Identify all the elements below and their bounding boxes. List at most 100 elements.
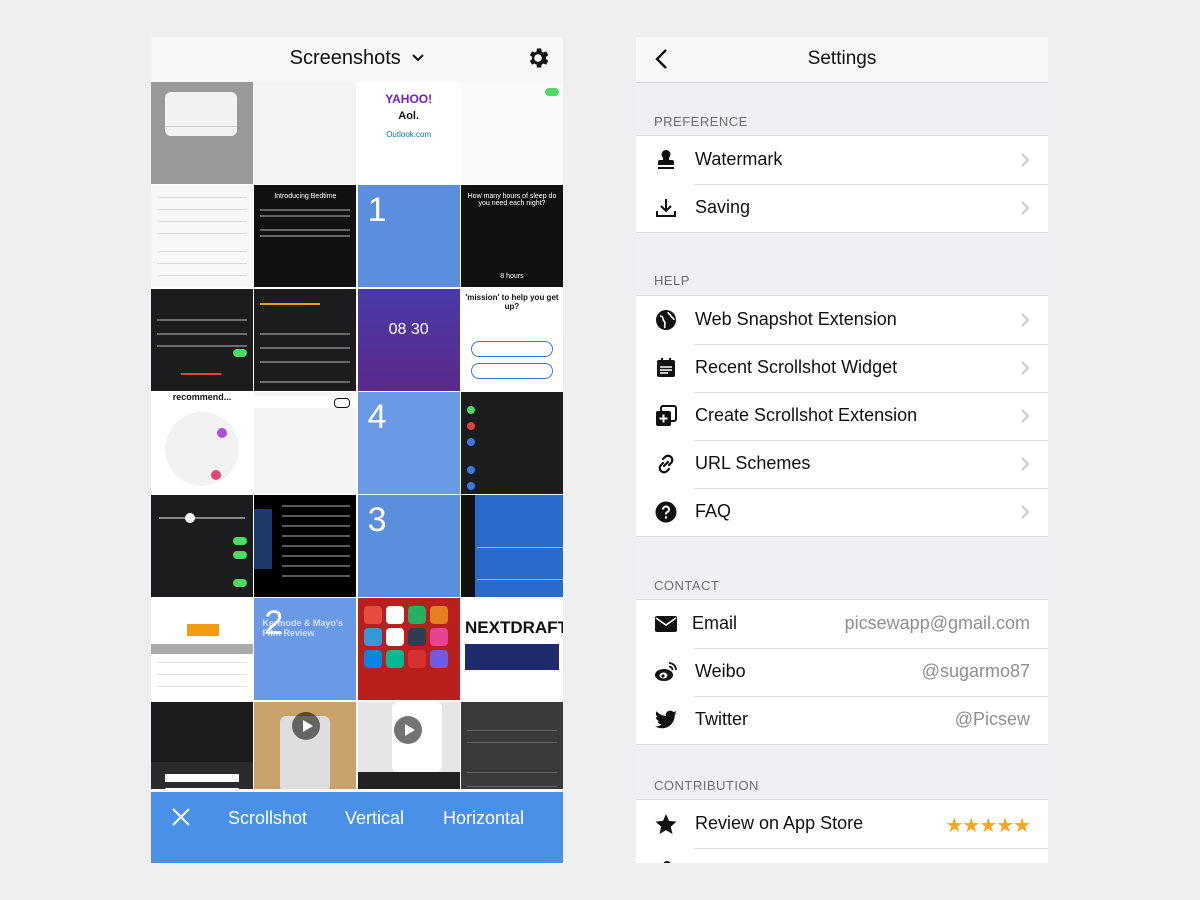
mail-icon bbox=[655, 616, 677, 632]
screenshot-thumbnail[interactable]: YAHOO! Aol. Outlook.com bbox=[357, 82, 460, 184]
screenshot-grid: YAHOO! Aol. Outlook.com Introducing Bedt… bbox=[151, 82, 563, 789]
twitter-bird-icon bbox=[655, 710, 677, 729]
settings-row-next[interactable] bbox=[636, 848, 1048, 863]
thumb-number: 4 bbox=[367, 397, 387, 436]
settings-screen: Settings PREFERENCE Watermark Saving HEL… bbox=[636, 37, 1048, 863]
chevron-right-icon bbox=[1021, 201, 1030, 215]
screenshots-screen: Screenshots YAHOO! Aol. Outlook.com Intr… bbox=[151, 37, 563, 863]
rating-stars: ★★★★★ bbox=[945, 815, 1031, 837]
screenshot-thumbnail[interactable] bbox=[460, 82, 563, 184]
settings-row-label: Watermark bbox=[695, 149, 783, 169]
download-icon bbox=[656, 199, 676, 217]
contribution-group: Review on App Store ★★★★★ bbox=[636, 799, 1048, 863]
screenshot-thumbnail[interactable]: NEXTDRAFT bbox=[460, 598, 563, 701]
thumb-text: NEXTDRAFT bbox=[464, 618, 563, 638]
horizontal-button[interactable]: Horizontal bbox=[443, 808, 524, 829]
screenshot-thumbnail[interactable]: 3 bbox=[357, 495, 460, 598]
screenshot-thumbnail[interactable] bbox=[151, 495, 253, 598]
thumb-text: 8 hours bbox=[500, 273, 524, 281]
settings-row-label: Email bbox=[692, 613, 738, 633]
settings-row-web-snapshot[interactable]: Web Snapshot Extension bbox=[636, 296, 1048, 344]
screenshot-thumbnail[interactable]: How many hours of sleep do you need each… bbox=[460, 185, 563, 288]
page-title: Settings bbox=[807, 48, 877, 69]
screenshot-thumbnail[interactable]: 08 30 bbox=[357, 288, 460, 391]
screenshot-thumbnail[interactable]: 'mission' to help you get up? bbox=[460, 288, 563, 391]
settings-row-faq[interactable]: FAQ bbox=[636, 488, 1048, 536]
screenshot-thumbnail[interactable] bbox=[460, 391, 563, 494]
album-title: Screenshots bbox=[289, 47, 401, 69]
thumb-text: 08 30 bbox=[388, 320, 429, 338]
section-header-help: HELP bbox=[654, 273, 690, 288]
settings-row-label: URL Schemes bbox=[695, 453, 811, 473]
settings-row-email[interactable]: Email picsewapp@gmail.com bbox=[636, 600, 1048, 648]
thumb-text: 'mission' to help you get up? bbox=[465, 292, 559, 311]
chevron-right-icon bbox=[1021, 313, 1030, 327]
screenshot-thumbnail[interactable] bbox=[151, 82, 253, 184]
screenshot-thumbnail[interactable] bbox=[151, 598, 253, 701]
twitter-value: @Picsew bbox=[954, 709, 1030, 729]
screenshot-thumbnail[interactable] bbox=[151, 701, 253, 789]
screenshot-thumbnail[interactable] bbox=[460, 495, 563, 598]
person-icon bbox=[663, 861, 671, 863]
settings-row-label: Weibo bbox=[695, 661, 746, 681]
gear-icon[interactable] bbox=[525, 45, 551, 71]
settings-row-watermark[interactable]: Watermark bbox=[636, 136, 1048, 184]
settings-row-twitter[interactable]: Twitter @Picsew bbox=[636, 696, 1048, 744]
album-selector[interactable]: Screenshots bbox=[151, 47, 563, 70]
thumb-text: Aol. bbox=[398, 110, 420, 122]
screenshot-thumbnail[interactable] bbox=[254, 391, 357, 494]
screenshot-thumbnail[interactable]: 4 bbox=[357, 391, 460, 494]
thumb-text: recommend... bbox=[172, 391, 232, 402]
add-box-icon bbox=[656, 405, 677, 426]
thumb-text: Kermode & Mayo's Film Review bbox=[262, 618, 343, 639]
screenshot-thumbnail[interactable] bbox=[254, 288, 357, 391]
section-header-contact: CONTACT bbox=[654, 578, 720, 593]
close-icon[interactable] bbox=[171, 807, 191, 827]
screenshot-thumbnail[interactable] bbox=[151, 288, 253, 391]
chevron-down-icon bbox=[412, 54, 425, 62]
settings-row-url-schemes[interactable]: URL Schemes bbox=[636, 440, 1048, 488]
screenshot-thumbnail[interactable] bbox=[151, 185, 253, 288]
screenshot-thumbnail[interactable]: 1 bbox=[357, 185, 460, 288]
screenshot-thumbnail[interactable] bbox=[357, 598, 460, 701]
settings-row-weibo[interactable]: Weibo @sugarmo87 bbox=[636, 648, 1048, 696]
weibo-icon bbox=[655, 662, 677, 681]
screenshot-thumbnail[interactable]: recommend... bbox=[151, 391, 253, 494]
chevron-right-icon bbox=[1021, 153, 1030, 167]
settings-row-label: Twitter bbox=[695, 709, 749, 729]
screenshot-thumbnail[interactable] bbox=[254, 701, 357, 789]
settings-row-label: Review on App Store bbox=[695, 813, 864, 833]
help-circle-icon bbox=[655, 501, 677, 523]
settings-row-label: Recent Scrollshot Widget bbox=[695, 357, 898, 377]
settings-row-label: Web Snapshot Extension bbox=[695, 309, 897, 329]
thumb-number: 3 bbox=[367, 501, 387, 540]
screenshot-thumbnail[interactable]: 2 Kermode & Mayo's Film Review bbox=[254, 598, 357, 701]
screenshots-header: Screenshots bbox=[151, 37, 563, 82]
screenshot-thumbnail[interactable] bbox=[460, 701, 563, 789]
settings-row-recent-widget[interactable]: Recent Scrollshot Widget bbox=[636, 344, 1048, 392]
screenshot-thumbnail[interactable]: Introducing Bedtime bbox=[254, 185, 357, 288]
thumb-text: How many hours of sleep do you need each… bbox=[467, 193, 557, 208]
section-header-contribution: CONTRIBUTION bbox=[654, 778, 759, 793]
settings-row-saving[interactable]: Saving bbox=[636, 184, 1048, 232]
settings-row-review[interactable]: Review on App Store ★★★★★ bbox=[636, 800, 1048, 848]
thumb-text: Introducing Bedtime bbox=[274, 193, 337, 201]
screenshot-thumbnail[interactable] bbox=[254, 495, 357, 598]
screenshot-thumbnail[interactable] bbox=[357, 701, 460, 789]
screenshot-thumbnail[interactable] bbox=[254, 82, 357, 184]
thumb-text: YAHOO! bbox=[385, 92, 433, 106]
contact-group: Email picsewapp@gmail.com Weibo @sugarmo… bbox=[636, 599, 1048, 745]
email-value: picsewapp@gmail.com bbox=[844, 613, 1030, 633]
vertical-button[interactable]: Vertical bbox=[345, 808, 404, 829]
thumb-text: Outlook.com bbox=[386, 130, 432, 139]
weibo-value: @sugarmo87 bbox=[921, 661, 1030, 681]
star-icon bbox=[655, 814, 677, 834]
scrollshot-button[interactable]: Scrollshot bbox=[228, 808, 307, 829]
help-group: Web Snapshot Extension Recent Scrollshot… bbox=[636, 295, 1048, 537]
chevron-right-icon bbox=[1021, 505, 1030, 519]
settings-row-create-extension[interactable]: Create Scrollshot Extension bbox=[636, 392, 1048, 440]
chevron-right-icon bbox=[1021, 457, 1030, 471]
thumb-number: 1 bbox=[367, 191, 387, 230]
settings-row-label: FAQ bbox=[695, 501, 732, 521]
settings-row-label: Saving bbox=[695, 197, 751, 217]
